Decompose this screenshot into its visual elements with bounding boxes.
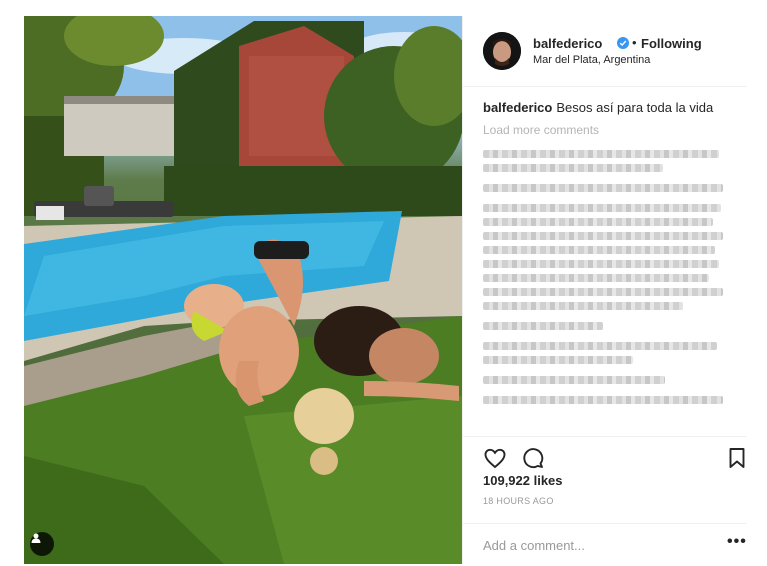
blurred-comment <box>483 342 717 350</box>
comment-bubble-icon <box>523 448 544 469</box>
blurred-comment <box>483 376 665 384</box>
heart-icon <box>484 448 506 469</box>
blurred-comment <box>483 302 683 310</box>
blurred-comment <box>483 232 723 240</box>
instagram-post-window: balfederico • Following Mar del Plata, A… <box>0 0 767 566</box>
post-side-panel: balfederico • Following Mar del Plata, A… <box>462 16 746 564</box>
blurred-comment <box>483 260 719 268</box>
verified-badge-icon <box>617 37 629 49</box>
post-photo[interactable] <box>24 16 462 564</box>
following-button[interactable]: Following <box>641 36 702 51</box>
blurred-comment <box>483 274 709 282</box>
comment-form: ••• <box>463 523 746 564</box>
photo-illustration <box>24 16 462 564</box>
like-button[interactable] <box>483 446 509 472</box>
blurred-comment <box>483 204 721 212</box>
avatar-photo <box>483 32 521 70</box>
separator-dot: • <box>632 35 637 50</box>
add-comment-input[interactable] <box>483 535 703 555</box>
post-location-link[interactable]: Mar del Plata, Argentina <box>533 54 650 66</box>
blurred-comment <box>483 246 715 254</box>
post-author-username[interactable]: balfederico <box>533 36 602 51</box>
blurred-comment <box>483 396 723 404</box>
more-options-button[interactable]: ••• <box>727 533 747 551</box>
tag-people-button[interactable] <box>30 532 54 556</box>
post-caption: balfederico Besos así para toda la vida <box>483 100 713 115</box>
blurred-comment <box>483 356 633 364</box>
post-timestamp[interactable]: 18 HOURS AGO <box>483 496 554 506</box>
load-more-comments-link[interactable]: Load more comments <box>483 123 599 137</box>
blurred-comment <box>483 322 603 330</box>
save-button[interactable] <box>725 446 751 472</box>
post-header: balfederico • Following Mar del Plata, A… <box>463 16 746 87</box>
blurred-comment <box>483 150 719 158</box>
blurred-comment <box>483 164 663 172</box>
bookmark-icon <box>729 448 745 468</box>
comment-button[interactable] <box>521 446 547 472</box>
caption-text: Besos así para toda la vida <box>556 100 714 115</box>
avatar[interactable] <box>483 32 521 70</box>
blurred-comment <box>483 288 723 296</box>
blurred-comment <box>483 184 723 192</box>
blurred-comment <box>483 218 713 226</box>
post-action-bar <box>463 436 746 472</box>
user-tag-icon <box>31 533 41 543</box>
caption-username[interactable]: balfederico <box>483 100 552 115</box>
blurred-comments-list <box>483 144 733 434</box>
checkmark-icon <box>619 40 627 46</box>
like-count[interactable]: 109,922 likes <box>483 473 563 488</box>
